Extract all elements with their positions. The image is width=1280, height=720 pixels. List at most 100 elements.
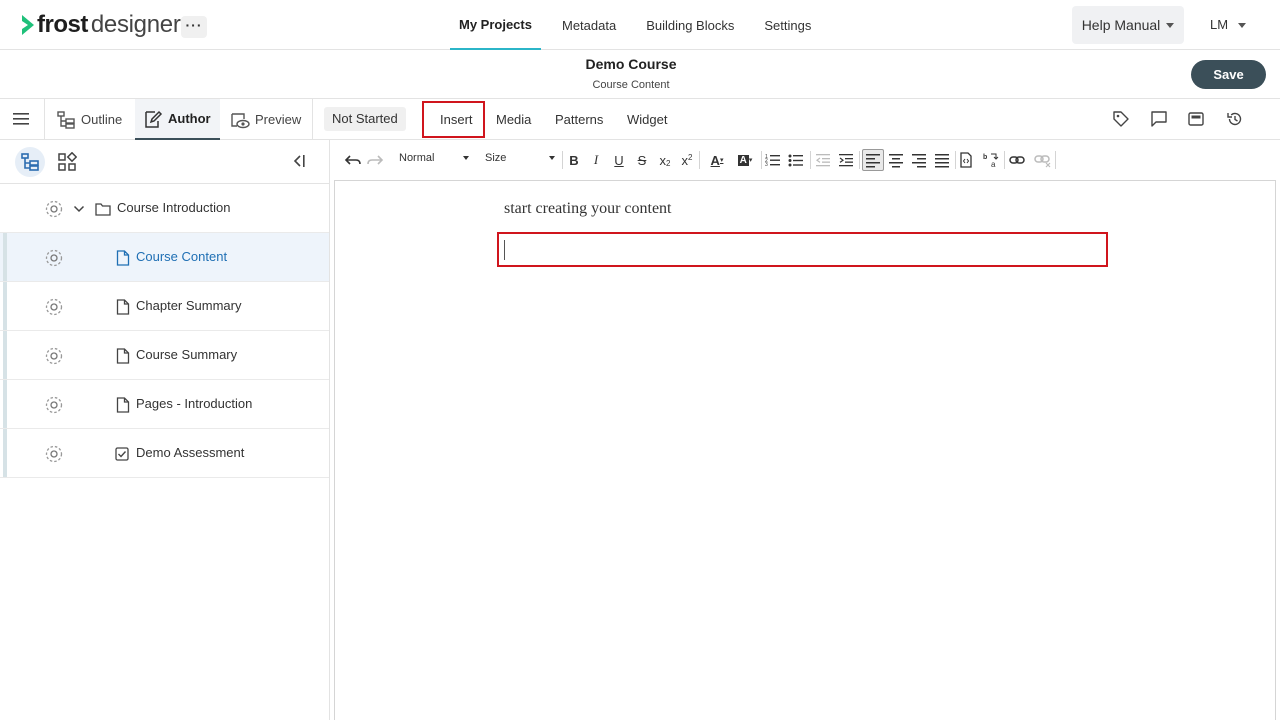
tab-media[interactable]: Media <box>496 99 531 140</box>
size-select[interactable]: Size <box>485 151 555 169</box>
collapse-panel-icon[interactable] <box>290 152 308 170</box>
superscript-icon[interactable]: x2 <box>678 151 696 169</box>
svg-text:a: a <box>991 160 996 169</box>
tab-outline-label: Outline <box>81 112 123 127</box>
grid-view-icon <box>58 152 77 171</box>
tree-item-demo-assessment[interactable]: Demo Assessment <box>0 429 329 478</box>
frost-designer-logo[interactable]: frost designer <box>20 10 181 40</box>
source-code-icon[interactable] <box>957 151 975 169</box>
bold-icon[interactable]: B <box>565 151 583 169</box>
top-bar: frost designer ··· My Projects Metadata … <box>0 0 1280 50</box>
main-nav: My Projects Metadata Building Blocks Set… <box>450 0 832 50</box>
layout-icon[interactable] <box>1187 110 1205 128</box>
help-manual-label: Help Manual <box>1081 17 1161 33</box>
tree-item-label: Demo Assessment <box>136 445 245 460</box>
size-select-value: Size <box>485 152 507 164</box>
tree-item-chapter-summary[interactable]: Chapter Summary <box>0 282 329 331</box>
underline-icon[interactable]: U <box>610 151 628 169</box>
tree-item-course-content[interactable]: Course Content <box>0 233 329 282</box>
caret-down-icon <box>1166 22 1175 28</box>
checkbox-assessment-icon <box>115 447 129 461</box>
nav-settings[interactable]: Settings <box>755 0 820 50</box>
outline-tree-icon <box>57 110 75 129</box>
editor-toolbar: Normal Size B I U S x2 x2 A ▾ A ▾ 123 b … <box>330 140 1280 180</box>
tree-item-course-summary[interactable]: Course Summary <box>0 331 329 380</box>
more-options-button[interactable]: ··· <box>181 16 207 38</box>
save-button[interactable]: Save <box>1191 60 1266 89</box>
tree-item-label: Pages - Introduction <box>136 396 253 411</box>
grid-view-button[interactable] <box>52 147 82 177</box>
align-justify-icon[interactable] <box>933 151 951 169</box>
tab-preview-label: Preview <box>255 112 302 127</box>
tab-preview[interactable]: Preview <box>230 99 306 140</box>
preview-eye-icon <box>231 112 250 128</box>
subscript-icon[interactable]: x2 <box>656 151 674 169</box>
tab-patterns[interactable]: Patterns <box>555 99 603 140</box>
divider <box>1004 151 1005 169</box>
strikethrough-icon[interactable]: S <box>633 151 651 169</box>
status-badge[interactable]: Not Started <box>324 107 406 131</box>
chevron-down-icon[interactable] <box>73 203 85 215</box>
redo-icon[interactable] <box>366 151 384 169</box>
numbered-list-icon[interactable]: 123 <box>764 151 782 169</box>
status-icon <box>45 298 63 316</box>
author-edit-icon <box>145 110 163 128</box>
link-icon[interactable] <box>1008 151 1026 169</box>
user-menu[interactable]: LM <box>1210 17 1246 32</box>
text-cursor <box>504 240 505 260</box>
align-center-icon[interactable] <box>887 151 905 169</box>
logo-text-light: designer <box>90 11 181 38</box>
tree-view-button[interactable] <box>15 147 45 177</box>
tree-view-icon <box>21 153 39 171</box>
tab-widget[interactable]: Widget <box>627 99 667 140</box>
logo-text-bold: frost <box>37 11 88 38</box>
divider <box>859 151 860 169</box>
history-icon[interactable] <box>1226 110 1244 128</box>
unlink-icon[interactable] <box>1034 151 1052 169</box>
content-placeholder-text: start creating your content <box>504 200 672 217</box>
hamburger-menu-icon[interactable] <box>12 111 30 127</box>
tree-item-pages-introduction[interactable]: Pages - Introduction <box>0 380 329 429</box>
divider <box>562 151 563 169</box>
active-text-block[interactable] <box>497 232 1108 267</box>
tree-item-label: Chapter Summary <box>136 298 242 313</box>
format-select[interactable]: Normal <box>399 151 469 169</box>
nav-building-blocks[interactable]: Building Blocks <box>637 0 743 50</box>
logo-chevron-icon <box>22 15 34 35</box>
status-icon <box>45 396 63 414</box>
tag-icon[interactable] <box>1112 110 1130 128</box>
align-left-icon[interactable] <box>862 149 884 171</box>
text-color-icon[interactable]: A ▾ <box>705 151 729 169</box>
tab-author[interactable]: Author <box>135 99 220 140</box>
project-title: Demo Course <box>585 56 677 72</box>
divider <box>761 151 762 169</box>
find-replace-icon[interactable]: b a <box>982 151 1000 169</box>
project-subtitle: Course Content <box>592 79 670 91</box>
tree-item-course-introduction[interactable]: Course Introduction <box>0 184 329 233</box>
caret-down-icon <box>1237 23 1246 29</box>
help-manual-dropdown[interactable]: Help Manual <box>1072 6 1184 44</box>
tab-outline[interactable]: Outline <box>56 99 130 140</box>
divider <box>44 99 45 139</box>
insert-tab-highlight <box>422 101 485 138</box>
editor-area: Normal Size B I U S x2 x2 A ▾ A ▾ 123 b … <box>330 140 1280 720</box>
bullet-list-icon[interactable] <box>787 151 805 169</box>
tab-author-label: Author <box>168 111 211 126</box>
italic-icon[interactable]: I <box>587 151 605 169</box>
outline-panel: Course Introduction Course Content Chapt… <box>0 140 330 720</box>
nav-metadata[interactable]: Metadata <box>553 0 625 50</box>
status-icon <box>45 445 63 463</box>
nav-my-projects[interactable]: My Projects <box>450 0 541 50</box>
editor-canvas[interactable]: start creating your content <box>334 180 1276 720</box>
undo-icon[interactable] <box>344 151 362 169</box>
caret-down-icon <box>463 156 469 160</box>
comment-icon[interactable] <box>1150 110 1168 128</box>
indent-icon[interactable] <box>837 151 855 169</box>
page-icon <box>116 299 130 315</box>
divider <box>1055 151 1056 169</box>
status-icon <box>45 200 63 218</box>
outdent-icon[interactable] <box>814 151 832 169</box>
align-right-icon[interactable] <box>910 151 928 169</box>
background-color-icon[interactable]: A ▾ <box>733 151 757 169</box>
page-icon <box>116 348 130 364</box>
